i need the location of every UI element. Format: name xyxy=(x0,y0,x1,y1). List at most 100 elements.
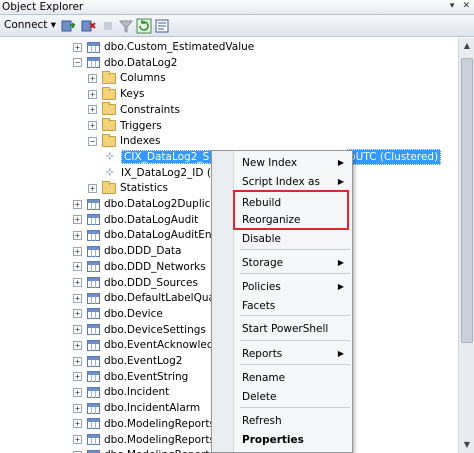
tree-node-label[interactable]: dbo.EventAcknowledge xyxy=(104,339,227,351)
tree-node-label[interactable]: dbo.IncidentAlarm xyxy=(104,402,200,414)
tree-node-label[interactable]: dbo.DDD_Networks xyxy=(104,261,206,273)
expand-icon[interactable]: + xyxy=(88,105,97,115)
tree-node-label[interactable]: dbo.Custom_EstimatedValue xyxy=(104,41,254,53)
expand-icon[interactable]: + xyxy=(73,42,82,52)
scroll-up-icon[interactable]: ▲ xyxy=(459,38,474,54)
tree-node[interactable]: +dbo.ModelingReports_ xyxy=(73,447,220,453)
tree-node-label[interactable]: dbo.DDD_Sources xyxy=(104,277,198,289)
menu-item-refresh[interactable]: Refresh xyxy=(242,413,348,429)
tree-node-label[interactable]: dbo.DataLog2 xyxy=(104,57,177,69)
expand-icon[interactable]: + xyxy=(88,73,97,83)
tree-node[interactable]: + dbo.DataLogAudit xyxy=(73,212,198,228)
connect-button[interactable]: Connect ▾ xyxy=(4,19,56,31)
tree-node-label[interactable]: Triggers xyxy=(120,120,162,132)
expand-icon[interactable]: + xyxy=(73,293,82,303)
disconnect-icon[interactable] xyxy=(80,18,96,34)
tree-node[interactable]: + dbo.DDD_Networks xyxy=(73,259,206,275)
scroll-down-icon[interactable]: ▼ xyxy=(459,437,474,453)
selected-node-suffix[interactable]: pUTC (Clustered) xyxy=(346,148,442,165)
filter-icon[interactable] xyxy=(118,18,134,34)
expand-icon[interactable]: + xyxy=(73,419,82,429)
menu-item-disable[interactable]: Disable xyxy=(242,231,348,247)
tree-node-label[interactable]: IX_DataLog2_ID ( xyxy=(121,167,211,179)
expand-icon[interactable]: + xyxy=(88,89,97,99)
collapse-icon[interactable]: − xyxy=(73,58,82,68)
pin-icon[interactable]: ▾ xyxy=(450,1,455,11)
tree-node-label[interactable]: dbo.ModelingReports_E xyxy=(104,418,227,430)
menu-item-script-index-as[interactable]: Script Index as ▶ xyxy=(242,174,348,190)
tree-node[interactable]: + dbo.DataLogAuditEntry xyxy=(73,227,226,243)
tree-node[interactable]: + Triggers xyxy=(88,118,162,134)
menu-item-delete[interactable]: Delete xyxy=(242,389,348,405)
tree-node-label[interactable]: dbo.DataLogAudit xyxy=(104,214,198,226)
tree-node-label[interactable]: dbo.DataLog2Duplicate xyxy=(104,198,227,210)
tree-node[interactable]: ⊹ CIX_DataLog2_S xyxy=(103,149,213,165)
tree-node[interactable]: + Keys xyxy=(88,86,145,102)
tree-node-label[interactable]: dbo.DeviceSettings xyxy=(104,324,206,336)
tree-node[interactable]: + dbo.ModelingReports_S xyxy=(73,432,227,448)
tree-node-label[interactable]: Indexes xyxy=(120,135,161,147)
expand-icon[interactable]: + xyxy=(73,199,82,209)
tree-node[interactable]: + dbo.DDD_Data xyxy=(73,243,181,259)
menu-item-facets[interactable]: Facets xyxy=(242,298,348,314)
scrollbar-thumb[interactable] xyxy=(461,58,473,343)
tree-node[interactable]: + dbo.Custom_EstimatedValue xyxy=(73,39,254,55)
menu-item-rename[interactable]: Rename xyxy=(242,370,348,386)
expand-icon[interactable]: + xyxy=(88,121,97,130)
refresh-icon[interactable] xyxy=(136,18,152,34)
tree-node[interactable]: + dbo.DeviceSettings xyxy=(73,322,206,338)
expand-icon[interactable]: + xyxy=(73,403,82,413)
menu-item-reports[interactable]: Reports ▶ xyxy=(242,346,348,362)
expand-icon[interactable]: + xyxy=(73,387,82,397)
stop-icon[interactable] xyxy=(100,18,116,34)
tree-node-label[interactable]: dbo.ModelingReports_S xyxy=(104,434,227,446)
expand-icon[interactable]: + xyxy=(73,372,82,382)
menu-item-start-powershell[interactable]: Start PowerShell xyxy=(242,321,348,337)
tree-node-label[interactable]: Keys xyxy=(120,88,145,100)
tree-node-label[interactable]: Columns xyxy=(120,72,166,84)
tree-node-label[interactable]: dbo.EventString xyxy=(104,371,188,383)
tree-node[interactable]: ⊹ IX_DataLog2_ID ( xyxy=(103,165,211,181)
menu-item-new-index[interactable]: New Index ▶ xyxy=(242,155,348,171)
tree-node-label[interactable]: dbo.ModelingReports_ xyxy=(104,449,220,453)
expand-icon[interactable]: + xyxy=(73,325,82,335)
summary-icon[interactable] xyxy=(154,18,170,34)
tree-node[interactable]: + dbo.DataLog2Duplicate xyxy=(73,196,227,212)
menu-item-properties[interactable]: Properties xyxy=(242,432,348,448)
expand-icon[interactable]: + xyxy=(88,183,97,193)
tree-node[interactable]: + dbo.Incident xyxy=(73,384,169,400)
vertical-scrollbar[interactable]: ▲ ▼ xyxy=(458,38,474,453)
connect-db-icon[interactable] xyxy=(60,18,76,34)
expand-icon[interactable]: + xyxy=(73,215,82,225)
expand-icon[interactable]: + xyxy=(73,246,82,256)
tree-node-label[interactable]: dbo.Incident xyxy=(104,386,169,398)
expand-icon[interactable]: + xyxy=(73,435,82,444)
tree-node-label[interactable]: dbo.DefaultLabelQuant xyxy=(104,292,226,304)
tree-node[interactable]: + Statistics xyxy=(88,180,168,196)
tree-node-label[interactable]: dbo.Device xyxy=(104,308,163,320)
menu-item-policies[interactable]: Policies ▶ xyxy=(242,279,348,295)
expand-icon[interactable]: + xyxy=(73,309,82,319)
menu-item-storage[interactable]: Storage ▶ xyxy=(242,255,348,271)
tree-node-label[interactable]: Statistics xyxy=(120,182,168,194)
tree-node-label[interactable]: CIX_DataLog2_S xyxy=(121,149,213,164)
tree-node[interactable]: + dbo.DDD_Sources xyxy=(73,275,198,291)
close-icon[interactable]: ✕ xyxy=(462,1,470,11)
tree-node[interactable]: + Columns xyxy=(88,70,166,86)
tree-node[interactable]: + dbo.IncidentAlarm xyxy=(73,400,200,416)
tree-node[interactable]: + dbo.EventAcknowledge xyxy=(73,337,227,353)
collapse-icon[interactable]: − xyxy=(88,136,97,146)
tree-node-label[interactable]: dbo.DataLogAuditEntry xyxy=(104,229,226,241)
tree-node[interactable]: − dbo.DataLog2 xyxy=(73,55,177,71)
tree-node-label[interactable]: Constraints xyxy=(120,104,180,116)
expand-icon[interactable]: + xyxy=(73,230,82,240)
tree-node[interactable]: + dbo.EventString xyxy=(73,369,188,385)
expand-icon[interactable]: + xyxy=(73,262,82,272)
tree-node[interactable]: + dbo.EventLog2 xyxy=(73,353,182,369)
tree-node[interactable]: + dbo.Device xyxy=(73,306,163,322)
expand-icon[interactable]: + xyxy=(73,340,82,350)
tree-node-label[interactable]: dbo.EventLog2 xyxy=(104,355,182,367)
tree-node[interactable]: + dbo.DefaultLabelQuant xyxy=(73,290,226,306)
tree-node[interactable]: + dbo.ModelingReports_E xyxy=(73,416,227,432)
tree-node[interactable]: − Indexes xyxy=(88,133,161,149)
